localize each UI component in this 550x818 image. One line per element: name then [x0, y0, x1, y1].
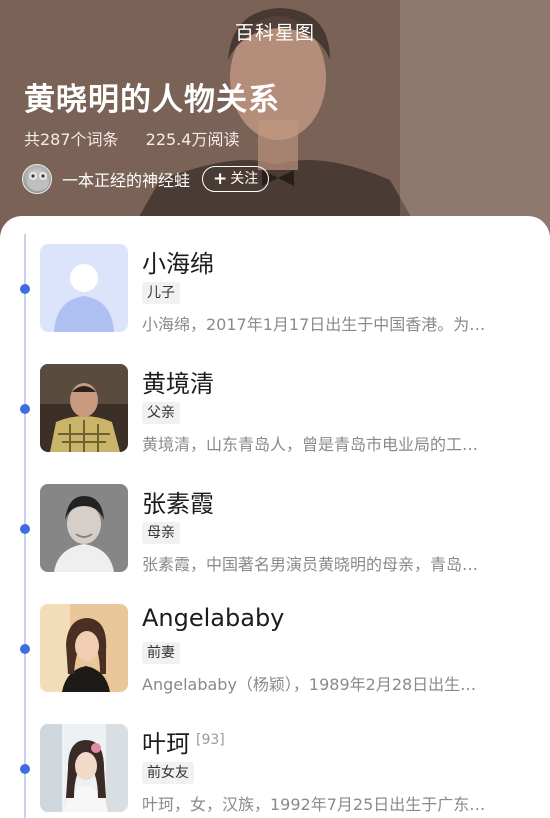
follow-label: 关注 — [230, 171, 259, 187]
relation-name: 小海绵 — [142, 250, 214, 278]
relation-description: 黄境清，山东青岛人，曾是青岛市电业局的工… — [142, 435, 479, 454]
stats-row: 共287个词条 225.4万阅读 — [24, 126, 239, 150]
relation-description: 叶珂，女，汉族，1992年7月25日出生于广东… — [142, 795, 486, 814]
relation-item-mother[interactable]: 张素霞 母亲 张素霞，中国著名男演员黄晓明的母亲，青岛… — [0, 484, 550, 584]
relation-name: 黄境清 — [142, 370, 214, 398]
avatar[interactable] — [22, 164, 52, 194]
ex-girlfriend-photo — [40, 724, 128, 812]
plus-icon: + — [213, 169, 228, 189]
relation-name: 张素霞 — [142, 490, 214, 518]
relation-tag: 前妻 — [142, 642, 180, 664]
mother-photo — [40, 484, 128, 572]
timeline-dot — [20, 404, 30, 414]
relation-description: 张素霞，中国著名男演员黄晓明的母亲，青岛… — [142, 555, 479, 574]
relation-name: Angelababy — [142, 604, 285, 632]
timeline-dot — [20, 284, 30, 294]
timeline-dot — [20, 644, 30, 654]
header-banner: 百科星图 黄晓明的人物关系 共287个词条 225.4万阅读 一本正经的神经蛙 … — [0, 0, 550, 250]
page-title: 黄晓明的人物关系 — [24, 82, 280, 118]
citation-mark[interactable]: [93] — [196, 732, 225, 748]
ex-wife-photo — [40, 604, 128, 692]
frog-avatar-icon — [27, 172, 49, 191]
relation-tag: 母亲 — [142, 522, 180, 544]
portrait-placeholder-image — [40, 244, 128, 332]
relation-item-ex-wife[interactable]: Angelababy 前妻 Angelababy（杨颖），1989年2月28日出… — [0, 604, 550, 704]
entries-count: 共287个词条 — [24, 130, 119, 149]
relation-name: 叶珂 [93] — [142, 724, 225, 759]
relation-item-ex-girlfriend[interactable]: 叶珂 [93] 前女友 叶珂，女，汉族，1992年7月25日出生于广东… — [0, 724, 550, 818]
follow-button[interactable]: + 关注 — [202, 166, 270, 192]
person-placeholder-icon — [40, 244, 128, 332]
relation-name-text: 叶珂 — [142, 730, 190, 758]
relation-description: 小海绵，2017年1月17日出生于中国香港。为… — [142, 315, 486, 334]
timeline-dot — [20, 524, 30, 534]
relation-tag: 父亲 — [142, 402, 180, 424]
author-row: 一本正经的神经蛙 + 关注 — [22, 164, 270, 194]
relation-tag: 前女友 — [142, 762, 194, 784]
relation-description: Angelababy（杨颖），1989年2月28日出生… — [142, 675, 477, 694]
father-photo — [40, 364, 128, 452]
app-title: 百科星图 — [234, 22, 315, 44]
relation-tag: 儿子 — [142, 282, 180, 304]
timeline-dot — [20, 764, 30, 774]
read-count: 225.4万阅读 — [145, 130, 240, 149]
relation-item-father[interactable]: 黄境清 父亲 黄境清，山东青岛人，曾是青岛市电业局的工… — [0, 364, 550, 464]
author-name[interactable]: 一本正经的神经蛙 — [62, 167, 190, 191]
relation-item-son[interactable]: 小海绵 儿子 小海绵，2017年1月17日出生于中国香港。为… — [0, 244, 550, 344]
relations-card: 小海绵 儿子 小海绵，2017年1月17日出生于中国香港。为… 黄境清 父亲 黄… — [0, 216, 550, 818]
